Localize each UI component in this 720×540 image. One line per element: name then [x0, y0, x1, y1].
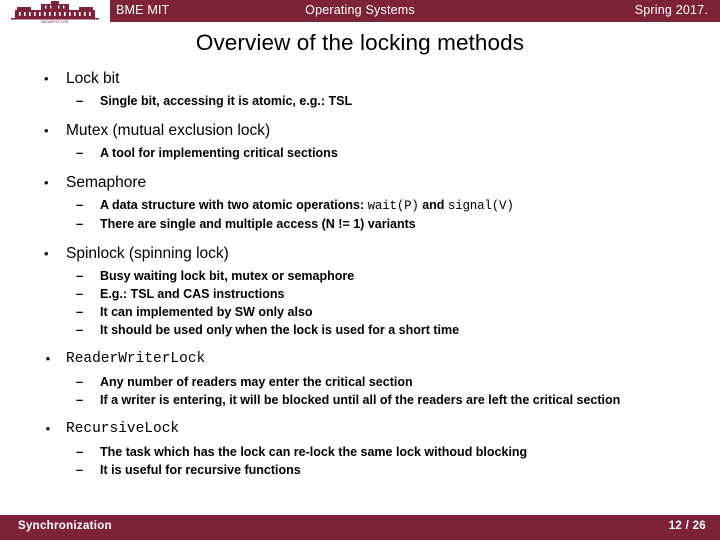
bullet-level2: It should be used only when the lock is …: [0, 321, 720, 339]
bullet-text: A tool for implementing critical section…: [100, 146, 338, 160]
inline-code: signal(V): [447, 199, 514, 213]
bullet-level2: Single bit, accessing it is atomic, e.g.…: [0, 92, 720, 110]
bullet-text: It should be used only when the lock is …: [100, 323, 460, 337]
bullet-level2: A data structure with two atomic operati…: [0, 196, 720, 215]
bullet-level1: Lock bit: [0, 68, 720, 89]
inline-code: wait(P): [367, 199, 419, 213]
bullet-text: There are single and multiple access (N …: [100, 217, 416, 231]
bullet-text: Single bit, accessing it is atomic, e.g.…: [100, 94, 353, 108]
bullet-text: E.g.: TSL and CAS instructions: [100, 287, 285, 301]
footer-bar: Synchronization 12 / 26: [0, 515, 720, 540]
bullet-group: Semaphore A data structure with two atomi…: [0, 172, 720, 233]
bullet-level2: The task which has the lock can re-lock …: [0, 443, 720, 461]
bullet-group: Spinlock (spinning lock) Busy waiting loc…: [0, 243, 720, 339]
bullet-text: Any number of readers may enter the crit…: [100, 375, 413, 389]
header-bar: BUDAPEST 1782 BME MIT Operating Systems …: [0, 0, 720, 24]
bullet-text: and: [418, 198, 448, 212]
bullet-level2: It is useful for recursive functions: [0, 461, 720, 479]
bullet-text: If a writer is entering, it will be bloc…: [100, 393, 621, 407]
bullet-level2: It can implemented by SW only also: [0, 303, 720, 321]
footer-section-label: Synchronization: [18, 520, 112, 532]
bullet-text: The task which has the lock can re-lock …: [100, 445, 528, 459]
slide-title: Overview of the locking methods: [195, 30, 525, 55]
bullet-level1: Spinlock (spinning lock): [0, 243, 720, 264]
bullet-text: A data structure with two atomic operati…: [100, 198, 368, 212]
bullet-text: It is useful for recursive functions: [100, 463, 301, 477]
bullet-group: ReaderWriterLock Any number of readers ma…: [0, 349, 720, 409]
logo-caption: BUDAPEST 1782: [42, 20, 69, 24]
bullet-level2: There are single and multiple access (N …: [0, 215, 720, 233]
bullet-group: RecursiveLock The task which has the lock…: [0, 419, 720, 479]
header-semester: Spring 2017.: [634, 3, 708, 17]
bullet-level1: Semaphore: [0, 172, 720, 193]
bullet-level2: A tool for implementing critical section…: [0, 144, 720, 162]
bullet-level1: Mutex (mutual exclusion lock): [0, 120, 720, 141]
slide-body: Lock bit Single bit, accessing it is atom…: [0, 68, 720, 513]
bullet-level2: If a writer is entering, it will be bloc…: [0, 391, 720, 409]
bullet-text: Busy waiting lock bit, mutex or semaphor…: [100, 269, 355, 283]
bullet-level2: Any number of readers may enter the crit…: [0, 373, 720, 391]
bullet-level2: Busy waiting lock bit, mutex or semaphor…: [0, 267, 720, 285]
header-course-title: Operating Systems: [305, 3, 415, 17]
bullet-group: Lock bit Single bit, accessing it is atom…: [0, 68, 720, 110]
bullet-level1: RecursiveLock: [0, 419, 720, 440]
bullet-level1: ReaderWriterLock: [0, 349, 720, 370]
bullet-text: It can implemented by SW only also: [100, 305, 313, 319]
bullet-level2: E.g.: TSL and CAS instructions: [0, 285, 720, 303]
footer-page-number: 12 / 26: [668, 520, 706, 532]
bullet-group: Mutex (mutual exclusion lock) A tool for …: [0, 120, 720, 162]
